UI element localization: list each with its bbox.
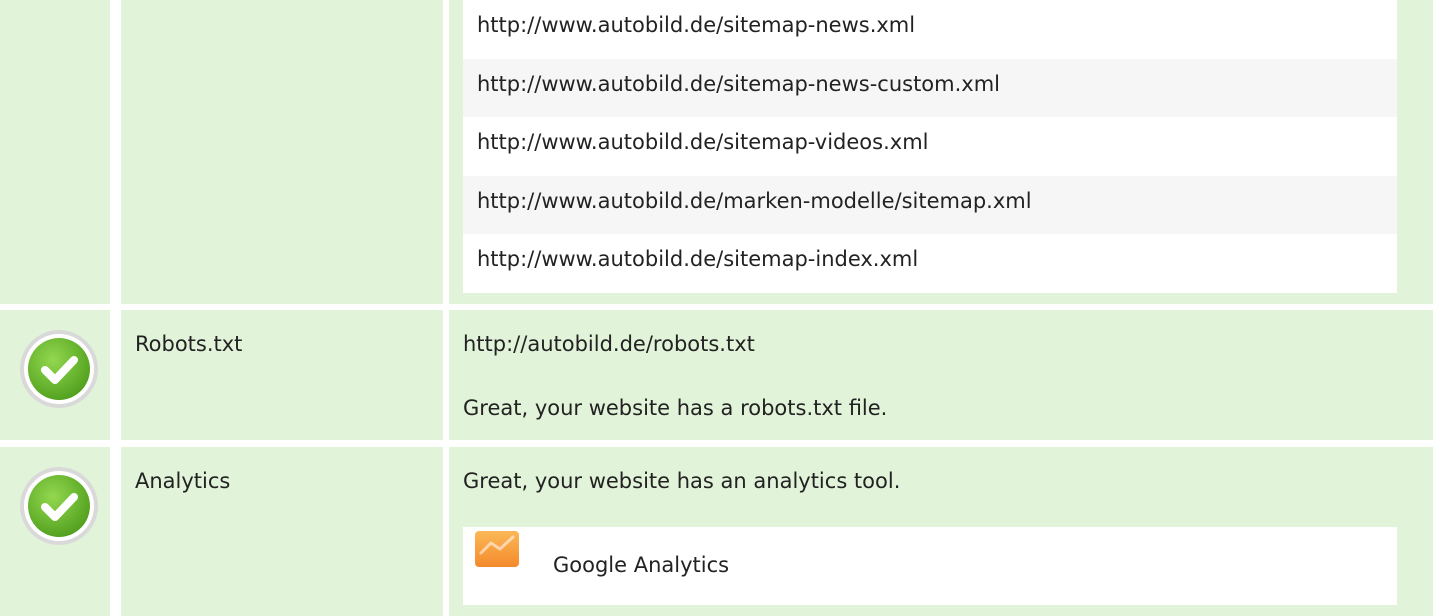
analytics-tool-name: Google Analytics <box>553 553 730 577</box>
sitemap-row-status-cell <box>0 0 110 304</box>
analytics-message: Great, your website has an analytics too… <box>463 469 901 493</box>
robots-row-value-cell <box>449 310 1433 440</box>
robots-label: Robots.txt <box>135 332 243 356</box>
robots-row-label-cell <box>121 310 443 440</box>
analytics-label: Analytics <box>135 469 231 493</box>
check-circle-icon <box>20 330 98 408</box>
robots-message: Great, your website has a robots.txt fil… <box>463 396 888 420</box>
check-circle-icon <box>20 467 98 545</box>
robots-url[interactable]: http://autobild.de/robots.txt <box>463 334 755 355</box>
sitemap-url-item[interactable]: http://www.autobild.de/marken-modelle/si… <box>463 175 1397 235</box>
google-analytics-icon <box>475 531 519 567</box>
sitemap-url-item[interactable]: http://www.autobild.de/sitemap-news.xml <box>463 0 1397 59</box>
analytics-tool-item: Google Analytics <box>463 527 1397 605</box>
sitemap-url-item[interactable]: http://www.autobild.de/sitemap-videos.xm… <box>463 117 1397 176</box>
sitemap-url-item[interactable]: http://www.autobild.de/sitemap-index.xml <box>463 234 1397 293</box>
sitemap-url-item[interactable]: http://www.autobild.de/sitemap-news-cust… <box>463 58 1397 118</box>
sitemap-list: http://www.autobild.de/sitemap-news.xml … <box>463 0 1397 293</box>
sitemap-row-label-cell <box>121 0 443 304</box>
